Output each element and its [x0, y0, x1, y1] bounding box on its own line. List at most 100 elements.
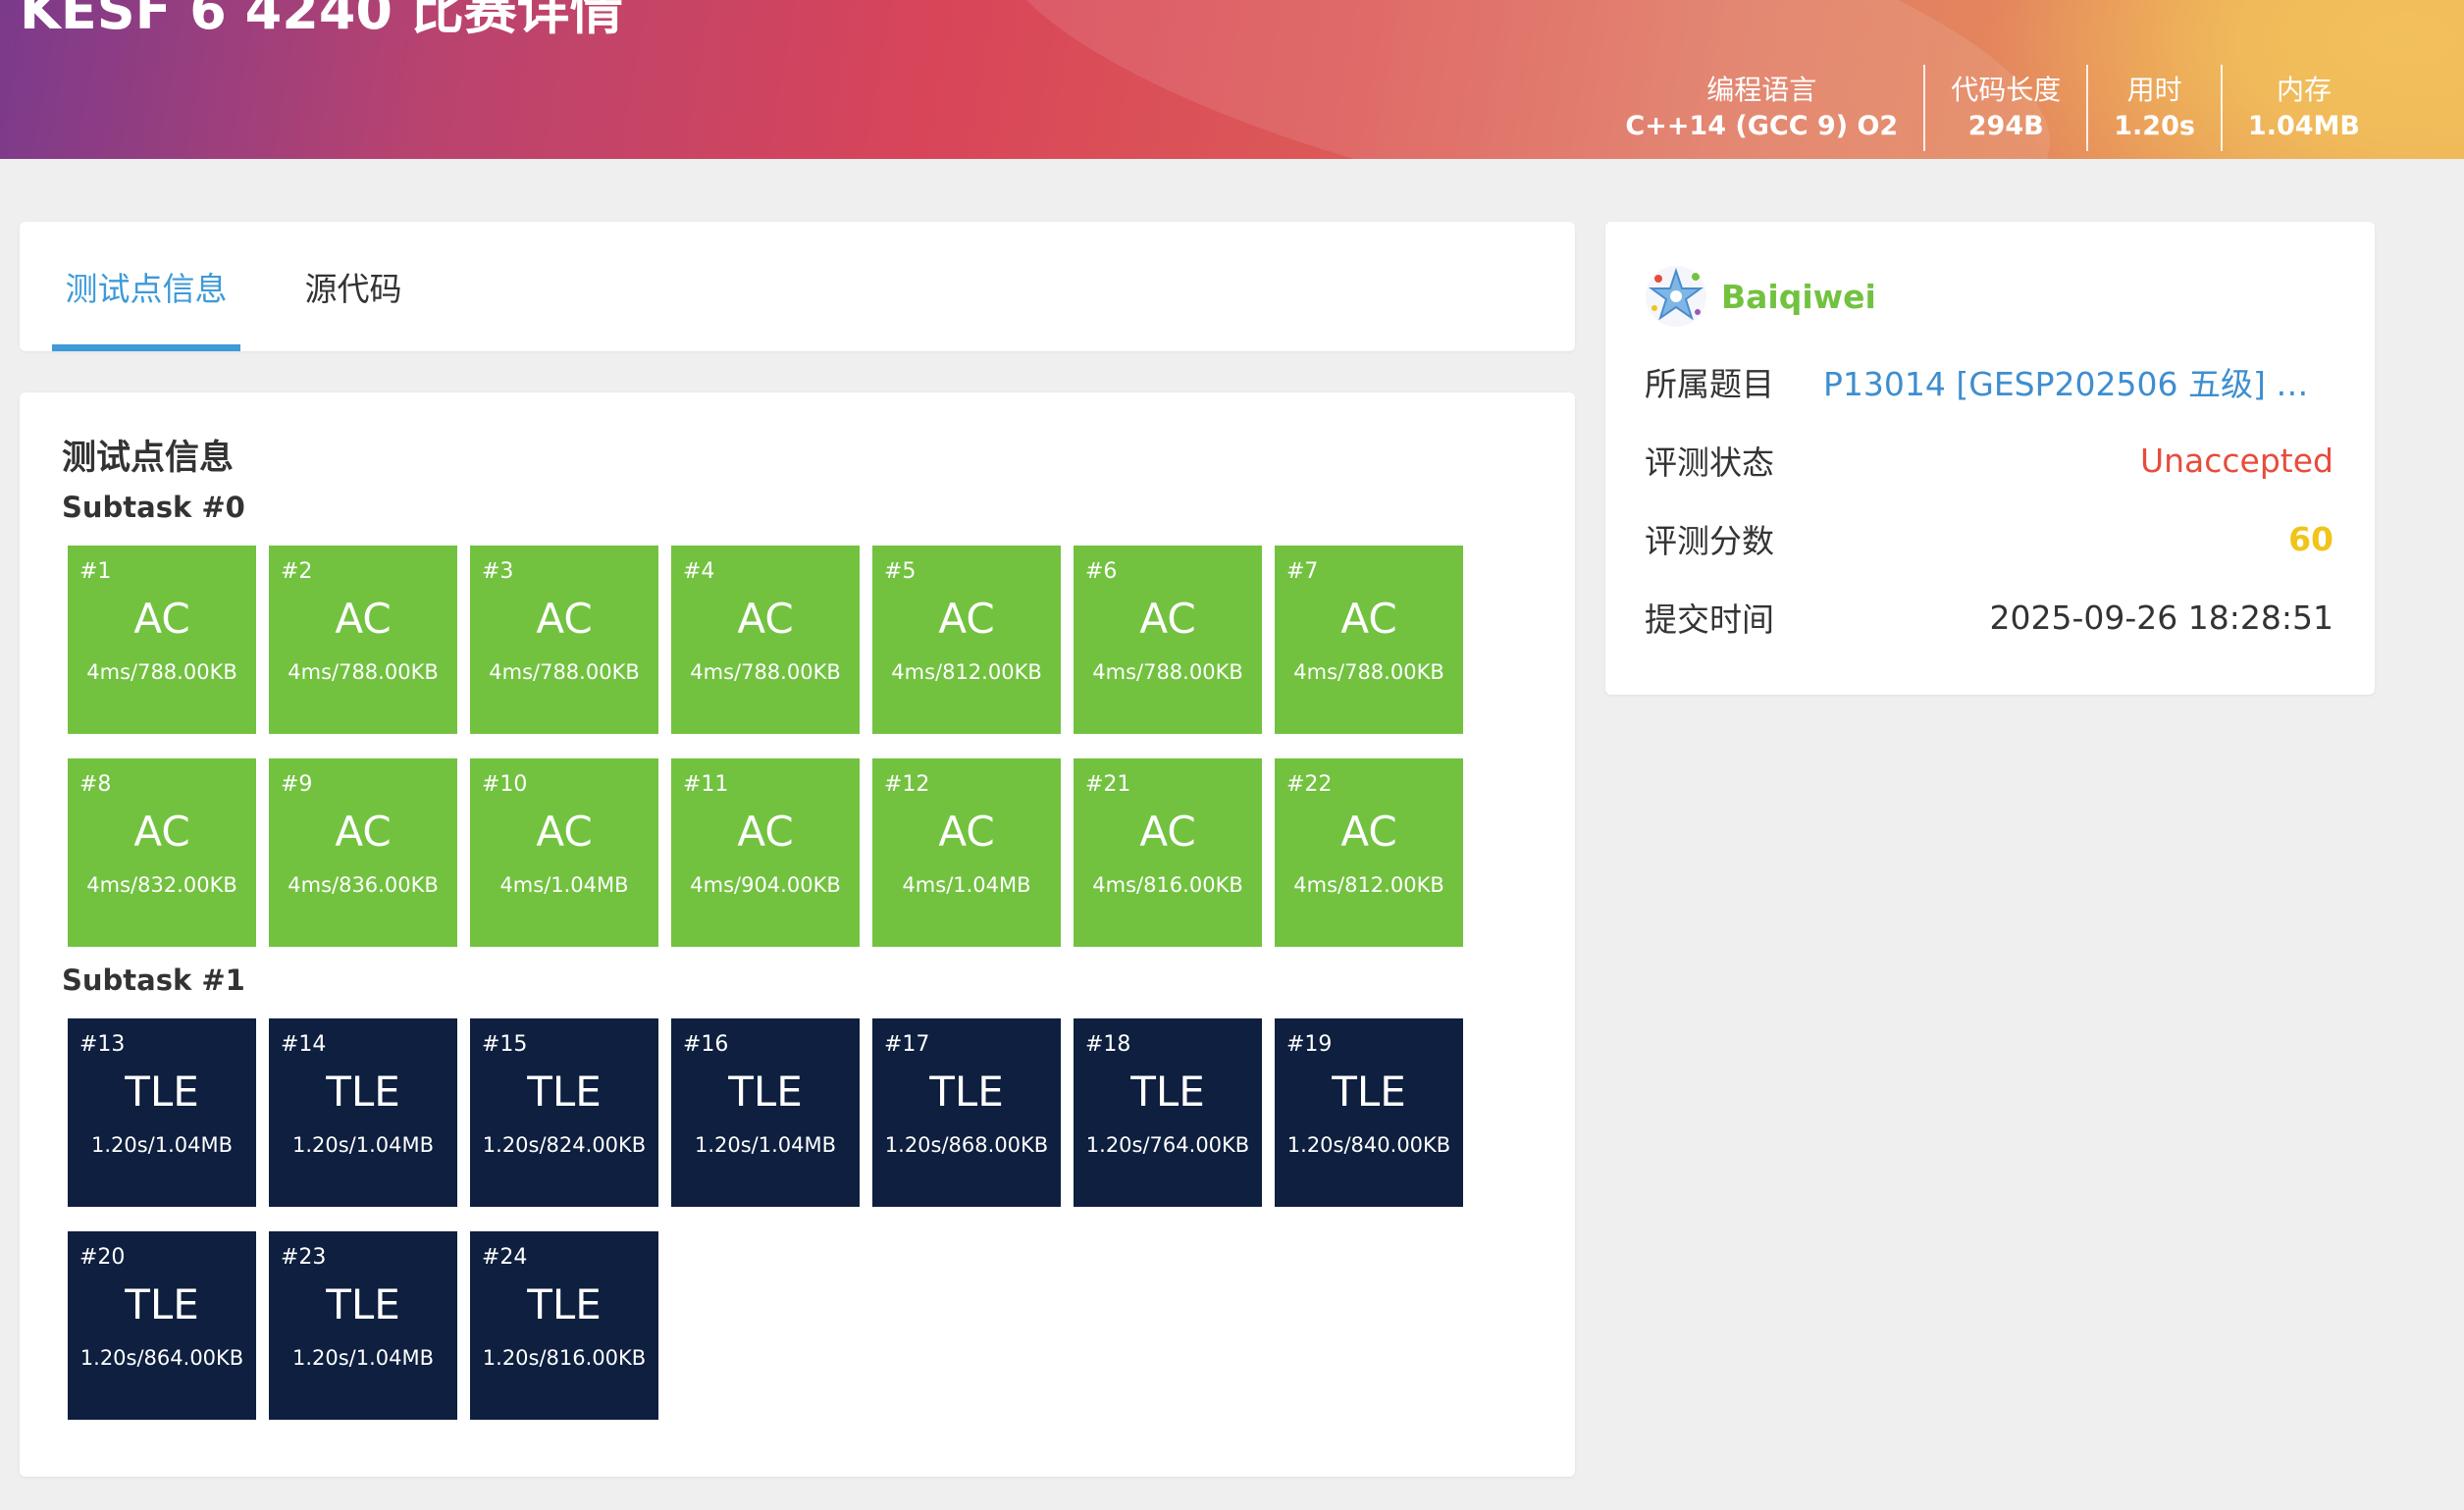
test-case-id: #20	[79, 1245, 126, 1270]
info-row-score: 评测分数 60	[1645, 514, 2333, 563]
test-case-detail: 4ms/836.00KB	[288, 873, 439, 897]
test-case-id: #14	[281, 1032, 327, 1057]
test-case-tile[interactable]: #24 TLE 1.20s/816.00KB	[470, 1231, 658, 1420]
test-case-status: AC	[133, 807, 190, 856]
test-case-status: TLE	[929, 1067, 1004, 1116]
info-label: 所属题目	[1645, 365, 1774, 403]
tabs-card: 测试点信息 源代码	[20, 222, 1575, 351]
user-link[interactable]: Baiqiwei	[1645, 265, 1876, 328]
test-case-detail: 4ms/816.00KB	[1092, 873, 1243, 897]
test-case-tile[interactable]: #7 AC 4ms/788.00KB	[1275, 546, 1463, 734]
test-case-tile[interactable]: #16 TLE 1.20s/1.04MB	[671, 1018, 860, 1207]
test-case-detail: 1.20s/816.00KB	[482, 1346, 647, 1370]
test-case-tile[interactable]: #21 AC 4ms/816.00KB	[1074, 758, 1262, 947]
test-case-id: #8	[79, 772, 112, 797]
test-case-detail: 1.20s/1.04MB	[291, 1346, 435, 1370]
test-case-status: AC	[737, 595, 794, 643]
test-case-status: AC	[938, 595, 995, 643]
submission-info-card: Baiqiwei 所属题目 P13014 [GESP202506 五级] 最..…	[1605, 222, 2375, 695]
test-case-tile[interactable]: #4 AC 4ms/788.00KB	[671, 546, 860, 734]
test-case-id: #12	[884, 772, 930, 797]
test-case-id: #23	[281, 1245, 327, 1270]
test-case-status: TLE	[125, 1280, 199, 1328]
info-row-submit-time: 提交时间 2025-09-26 18:28:51	[1645, 593, 2333, 642]
test-case-status: AC	[335, 595, 392, 643]
test-case-tile[interactable]: #8 AC 4ms/832.00KB	[68, 758, 256, 947]
test-case-tile[interactable]: #1 AC 4ms/788.00KB	[68, 546, 256, 734]
test-case-status: AC	[938, 807, 995, 856]
test-case-id: #21	[1085, 772, 1131, 797]
test-case-detail: 1.20s/864.00KB	[79, 1346, 244, 1370]
tab-test-info[interactable]: 测试点信息	[52, 222, 240, 351]
test-case-id: #22	[1286, 772, 1333, 797]
header-banner: KESF 6 4240 比赛详情 编程语言 C++14 (GCC 9) O2 代…	[0, 0, 2464, 159]
test-case-status: TLE	[1332, 1067, 1406, 1116]
test-case-id: #9	[281, 772, 313, 797]
test-case-detail: 1.20s/1.04MB	[90, 1133, 234, 1157]
test-case-tile[interactable]: #3 AC 4ms/788.00KB	[470, 546, 658, 734]
test-case-status: AC	[536, 807, 593, 856]
test-case-id: #16	[683, 1032, 729, 1057]
test-case-id: #11	[683, 772, 729, 797]
test-case-id: #5	[884, 559, 917, 584]
test-case-status: AC	[1139, 595, 1196, 643]
test-case-id: #18	[1085, 1032, 1131, 1057]
test-case-id: #1	[79, 559, 112, 584]
test-case-detail: 4ms/788.00KB	[1293, 660, 1444, 684]
test-case-tile[interactable]: #12 AC 4ms/1.04MB	[872, 758, 1061, 947]
test-case-tile[interactable]: #23 TLE 1.20s/1.04MB	[269, 1231, 457, 1420]
test-case-status: TLE	[527, 1280, 602, 1328]
username: Baiqiwei	[1721, 277, 1876, 316]
status-badge: Unaccepted	[2139, 441, 2333, 480]
test-case-detail: 4ms/788.00KB	[1092, 660, 1243, 684]
stat-memory: 内存 1.04MB	[2220, 65, 2385, 151]
test-case-detail: 4ms/788.00KB	[86, 660, 237, 684]
test-case-tile[interactable]: #6 AC 4ms/788.00KB	[1074, 546, 1262, 734]
avatar	[1645, 265, 1707, 328]
test-case-tile[interactable]: #9 AC 4ms/836.00KB	[269, 758, 457, 947]
test-case-status: TLE	[1130, 1067, 1205, 1116]
stat-label: 用时	[2126, 73, 2182, 106]
test-case-tile[interactable]: #20 TLE 1.20s/864.00KB	[68, 1231, 256, 1420]
test-case-id: #7	[1286, 559, 1319, 584]
test-case-detail: 1.20s/1.04MB	[291, 1133, 435, 1157]
test-case-id: #10	[482, 772, 528, 797]
problem-link[interactable]: P13014 [GESP202506 五级] 最...	[1823, 358, 2333, 405]
subtask-title: Subtask #1	[62, 963, 245, 997]
test-case-id: #19	[1286, 1032, 1333, 1057]
test-case-tile[interactable]: #18 TLE 1.20s/764.00KB	[1074, 1018, 1262, 1207]
test-case-id: #3	[482, 559, 514, 584]
test-case-status: TLE	[728, 1067, 803, 1116]
info-label: 提交时间	[1645, 600, 1774, 639]
test-case-tile[interactable]: #14 TLE 1.20s/1.04MB	[269, 1018, 457, 1207]
info-label: 评测状态	[1645, 443, 1774, 482]
tab-source-code[interactable]: 源代码	[280, 222, 427, 351]
test-case-id: #4	[683, 559, 715, 584]
test-case-detail: 4ms/788.00KB	[288, 660, 439, 684]
test-case-id: #2	[281, 559, 313, 584]
test-case-tile[interactable]: #13 TLE 1.20s/1.04MB	[68, 1018, 256, 1207]
test-case-tile[interactable]: #19 TLE 1.20s/840.00KB	[1275, 1018, 1463, 1207]
test-case-tile[interactable]: #17 TLE 1.20s/868.00KB	[872, 1018, 1061, 1207]
test-case-status: TLE	[326, 1067, 400, 1116]
test-case-id: #13	[79, 1032, 126, 1057]
test-case-tile[interactable]: #5 AC 4ms/812.00KB	[872, 546, 1061, 734]
subtask-0-grid: #1 AC 4ms/788.00KB #2 AC 4ms/788.00KB #3 AC 4ms/…	[68, 546, 1463, 947]
test-case-tile[interactable]: #15 TLE 1.20s/824.00KB	[470, 1018, 658, 1207]
test-case-tile[interactable]: #22 AC 4ms/812.00KB	[1275, 758, 1463, 947]
test-case-tile[interactable]: #11 AC 4ms/904.00KB	[671, 758, 860, 947]
subtask-title: Subtask #0	[62, 491, 245, 524]
stat-value: 294B	[1967, 110, 2044, 141]
test-case-tile[interactable]: #10 AC 4ms/1.04MB	[470, 758, 658, 947]
test-case-status: AC	[1139, 807, 1196, 856]
stat-label: 代码长度	[1951, 73, 2062, 106]
test-case-id: #6	[1085, 559, 1118, 584]
test-case-status: AC	[536, 595, 593, 643]
stat-label: 内存	[2276, 73, 2332, 106]
test-case-detail: 4ms/812.00KB	[891, 660, 1042, 684]
info-row-problem: 所属题目 P13014 [GESP202506 五级] 最...	[1645, 357, 2333, 406]
test-case-tile[interactable]: #2 AC 4ms/788.00KB	[269, 546, 457, 734]
test-case-detail: 4ms/788.00KB	[489, 660, 640, 684]
stat-value: C++14 (GCC 9) O2	[1625, 110, 1899, 141]
test-case-status: TLE	[125, 1067, 199, 1116]
